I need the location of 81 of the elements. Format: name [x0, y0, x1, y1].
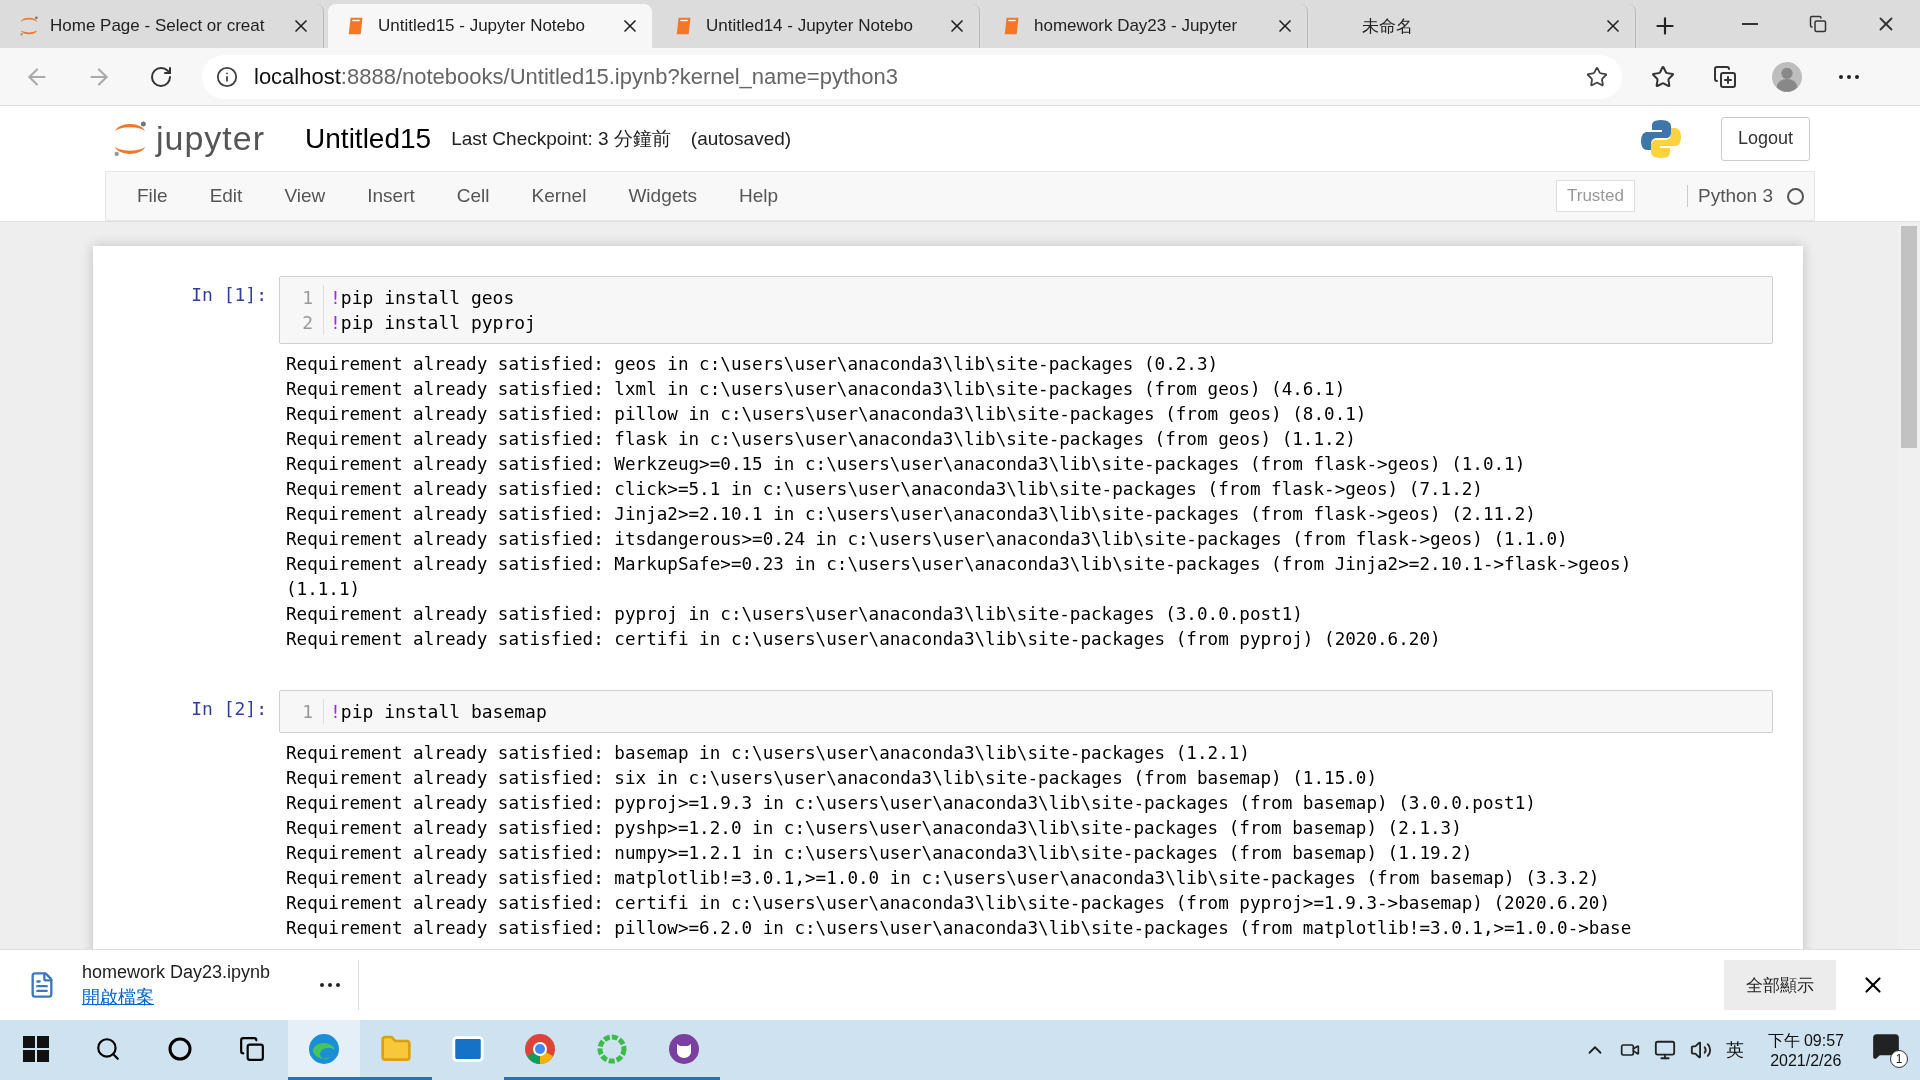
chrome-icon	[523, 1031, 557, 1066]
output-line: Requirement already satisfied: certifi in c:\users\user\anaconda3\lib\site-packages (from pyproj>=1.9.3->basemap) (2020.6.20)	[286, 892, 1612, 915]
clock[interactable]: 下午 09:57 2021/2/26	[1767, 1030, 1844, 1070]
cat-icon	[667, 1031, 701, 1066]
menu-item[interactable]: Cell	[435, 185, 511, 207]
logout-button[interactable]: Logout	[1720, 116, 1810, 161]
more-icon	[1839, 74, 1859, 79]
output-line: Requirement already satisfied: itsdangerous>=0.24 in c:\users\user\anaconda3\lib\site-packages (from flask->geos) (1.1.0)	[286, 528, 1569, 551]
tab-title: Untitled14 - Jupyter Notebo	[706, 16, 914, 36]
restore-icon	[1809, 15, 1827, 33]
ime-indicator[interactable]: 英	[1725, 1038, 1744, 1062]
code-line: !pip install geos	[330, 286, 516, 310]
edge-icon	[307, 1031, 341, 1066]
menu-item[interactable]: Insert	[346, 185, 436, 207]
line-number: 1	[301, 700, 314, 724]
checkpoint-text: Last Checkpoint: 3 分鐘前	[451, 126, 671, 151]
kernel-name: Python 3	[1687, 185, 1773, 207]
tab-title: Home Page - Select or creat	[50, 16, 266, 36]
menu-item[interactable]: Kernel	[510, 185, 608, 207]
taskbar-app[interactable]	[288, 1020, 360, 1080]
jupyter-logo-icon	[18, 15, 40, 37]
output-line: Requirement already satisfied: Jinja2>=2.10.1 in c:\users\user\anaconda3\lib\site-packages (from flask->geos) (2.11.2)	[286, 503, 1537, 526]
info-icon[interactable]	[216, 65, 238, 88]
notification-button[interactable]: 1	[1872, 1032, 1908, 1068]
show-all-button[interactable]: 全部顯示	[1724, 960, 1836, 1010]
date-text: 2021/2/26	[1770, 1051, 1842, 1070]
line-number: 1	[301, 286, 314, 310]
circle-icon	[168, 1036, 192, 1061]
menu-item[interactable]: View	[263, 185, 347, 207]
output-line: Requirement already satisfied: six in c:\users\user\anaconda3\lib\site-packages (from basemap) (1.15.0)	[286, 767, 1378, 790]
collections-icon	[1713, 64, 1737, 89]
output-line: Requirement already satisfied: matplotlib!=3.0.1,>=1.0.0 in c:\users\user\anaconda3\lib\site-packages (from basemap) (3.3.2)	[286, 867, 1601, 890]
output-line: Requirement already satisfied: lxml in c:\users\user\anaconda3\lib\site-packages (from geos) (4.6.1)	[286, 378, 1347, 401]
open-file-link[interactable]: 開啟檔案	[82, 984, 271, 1009]
menu-item[interactable]: Widgets	[607, 185, 719, 207]
jupyter-logo[interactable]: jupyter	[110, 118, 266, 159]
output-line: Requirement already satisfied: geos in c:\users\user\anaconda3\lib\site-packages (0.2.3)	[286, 353, 1220, 376]
task-view-icon	[239, 1035, 265, 1062]
output-line: Requirement already satisfied: pyproj>=1.9.3 in c:\users\user\anaconda3\lib\site-packages (from basemap) (3.0.0.post1)	[286, 792, 1537, 815]
notification-count: 1	[1890, 1050, 1908, 1068]
star-icon[interactable]	[1586, 65, 1608, 88]
line-number: 2	[301, 311, 314, 335]
download-file-name: homework Day23.ipynb	[82, 961, 271, 983]
output-line: Requirement already satisfied: Werkzeug>=0.15 in c:\users\user\anaconda3\lib\site-packages (from flask->geos) (1.0.1)	[286, 453, 1527, 476]
input-prompt: In [1]:	[190, 283, 268, 307]
output-line: Requirement already satisfied: certifi in c:\users\user\anaconda3\lib\site-packages (from pyproj) (2020.6.20)	[286, 628, 1442, 651]
autosave-text: (autosaved)	[690, 127, 792, 150]
tab-title: 未命名	[1362, 15, 1414, 38]
search-icon	[95, 1035, 121, 1062]
network-icon[interactable]	[1653, 1039, 1676, 1061]
code-cell[interactable]: 1 2 !pip install geos !pip install pyproj	[279, 276, 1773, 344]
output-line: Requirement already satisfied: basemap in c:\users\user\anaconda3\lib\site-packages (1.2.1)	[286, 742, 1251, 765]
minimize-icon	[1742, 23, 1758, 25]
output-line: Requirement already satisfied: click>=5.1 in c:\users\user\anaconda3\lib\site-packages (from flask->geos) (7.1.2)	[286, 478, 1484, 501]
output-line: Requirement already satisfied: pyproj in c:\users\user\anaconda3\lib\site-packages (3.0.0.post1)	[286, 603, 1304, 626]
notebook-name[interactable]: Untitled15	[305, 122, 432, 155]
output-line: Requirement already satisfied: MarkupSafe>=0.23 in c:\users\user\anaconda3\lib\site-packages (from Jinja2>=2.10.1->flask->geos)	[286, 553, 1633, 576]
volume-icon[interactable]	[1689, 1039, 1712, 1061]
code-cell[interactable]: 1 !pip install basemap	[279, 690, 1773, 733]
output-line: (1.1.1)	[286, 578, 362, 601]
time-text: 下午 09:57	[1767, 1030, 1844, 1051]
tab-title: Untitled15 - Jupyter Notebo	[378, 16, 586, 36]
output-line: Requirement already satisfied: pyshp>=1.2.0 in c:\users\user\anaconda3\lib\site-packages (from basemap) (2.1.3)	[286, 817, 1463, 840]
refresh-icon	[149, 64, 173, 89]
more-icon	[320, 983, 341, 987]
menu-item[interactable]: Help	[718, 185, 800, 207]
output-line: Requirement already satisfied: numpy>=1.2.1 in c:\users\user\anaconda3\lib\site-packages (from basemap) (1.19.2)	[286, 842, 1474, 865]
avatar-icon	[1772, 60, 1802, 93]
windows-logo-icon	[23, 1035, 49, 1062]
input-prompt: In [2]:	[190, 697, 268, 721]
output-line: Requirement already satisfied: pillow in c:\users\user\anaconda3\lib\site-packages (from geos) (8.0.1)	[286, 403, 1368, 426]
output-line: Requirement already satisfied: flask in c:\users\user\anaconda3\lib\site-packages (from geos) (1.1.2)	[286, 428, 1357, 451]
tab-title: homework Day23 - Jupyter	[1034, 16, 1239, 36]
menu-item[interactable]: File	[116, 185, 189, 207]
menu-item[interactable]: Edit	[188, 185, 264, 207]
star-icon	[1651, 64, 1675, 89]
browser-tab[interactable]: Untitled15 - Jupyter Notebo	[328, 4, 652, 48]
code-line: !pip install pyproj	[330, 311, 537, 335]
output-line: Requirement already satisfied: pillow>=6.2.0 in c:\users\user\anaconda3\lib\site-packages (from matplotlib!=3.0.1,>=1.0.0->base	[286, 917, 1633, 940]
code-line: !pip install basemap	[330, 700, 548, 724]
address-bar[interactable]: localhost:8888/notebooks/Untitled15.ipynb?kernel_name=python3	[202, 54, 1622, 99]
